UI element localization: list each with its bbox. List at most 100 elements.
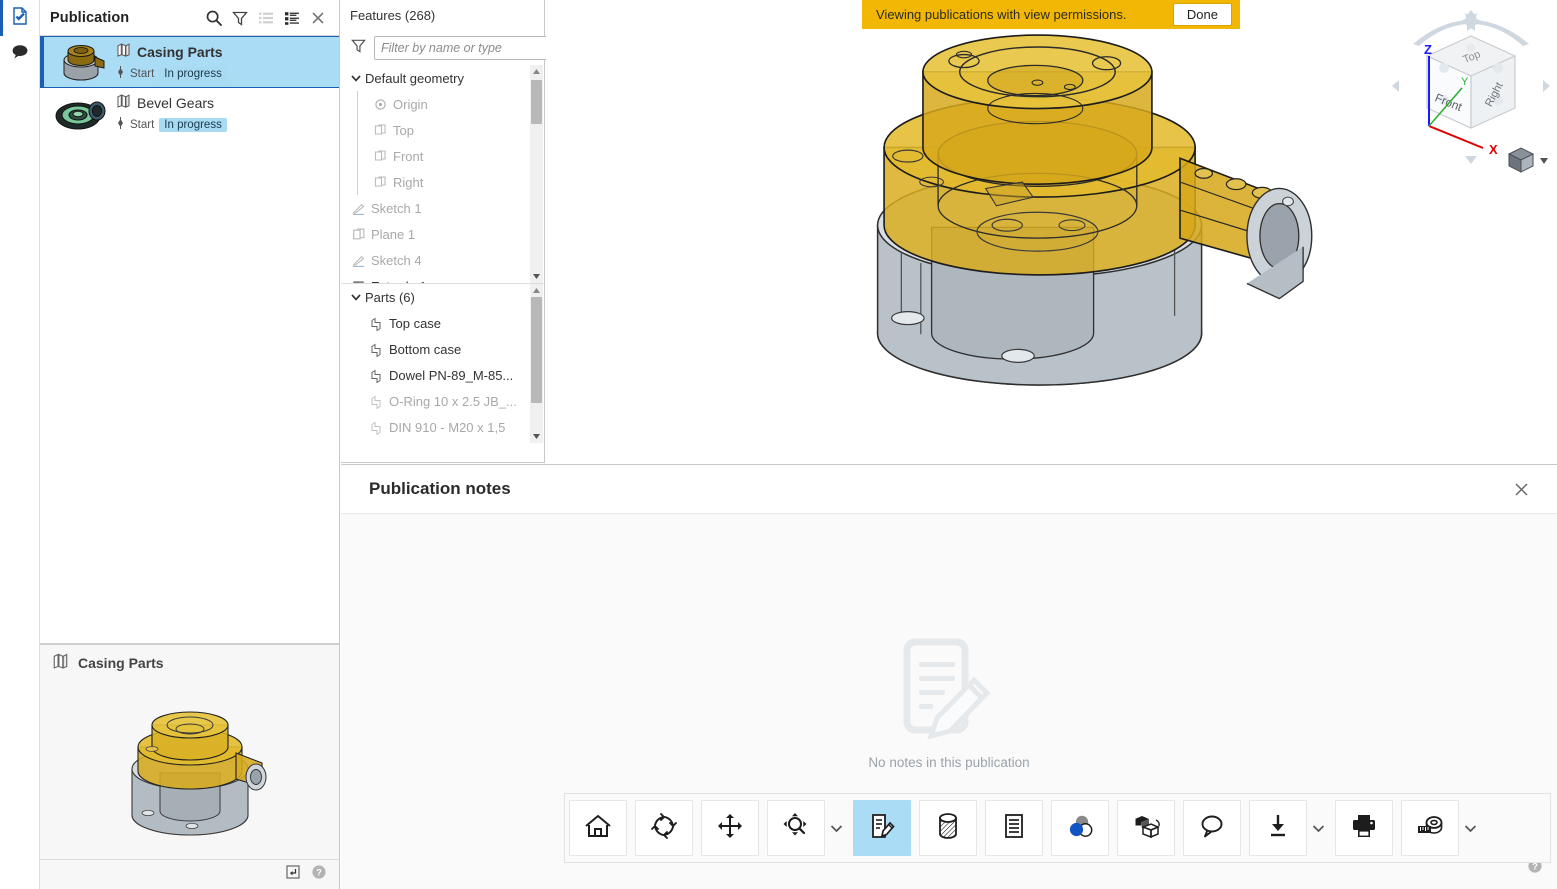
banner-done-button[interactable]: Done — [1172, 3, 1232, 26]
tree-item-dowel[interactable]: Dowel PN-89_M-85... — [341, 362, 544, 388]
tree-item-right-plane[interactable]: Right — [341, 169, 544, 195]
features-panel: Features (268) Default geometry — [341, 0, 551, 463]
tree-group-label: Parts (6) — [365, 289, 415, 305]
publication-preview-card: Casing Parts ? — [40, 644, 339, 889]
tree-item-top-case[interactable]: Top case — [341, 310, 544, 336]
scroll-up-arrow[interactable] — [532, 65, 541, 78]
tape-measure-icon — [1415, 811, 1445, 846]
scrollbar-thumb[interactable] — [531, 297, 542, 403]
close-icon[interactable] — [1509, 477, 1533, 501]
scrollbar-track[interactable] — [530, 78, 543, 270]
part-icon — [367, 342, 385, 357]
explode-button[interactable] — [1117, 800, 1175, 856]
panel-title: Publication — [50, 9, 130, 26]
filter-icon[interactable] — [227, 5, 253, 31]
rotate-arrows-icon — [649, 811, 679, 846]
section-view-button[interactable] — [919, 800, 977, 856]
zoom-dropdown-caret[interactable] — [825, 800, 847, 856]
parts-tree[interactable]: Parts (6) Top case Bottom case Dowel PN-… — [341, 283, 544, 443]
workflow-state: Start — [130, 119, 155, 131]
tree-item-origin[interactable]: Origin — [341, 91, 544, 195]
download-button[interactable] — [1249, 800, 1307, 856]
tree-item-sketch-4[interactable]: Sketch 4 — [341, 247, 544, 273]
origin-icon — [371, 98, 389, 111]
parts-tree-scrollbar[interactable] — [530, 284, 543, 443]
tree-item-top-plane[interactable]: Top — [341, 117, 544, 143]
home-icon — [583, 811, 613, 846]
tree-item-bottom-case[interactable]: Bottom case — [341, 336, 544, 362]
tree-item-label: Dowel PN-89_M-85... — [389, 367, 514, 383]
plane-icon — [371, 123, 389, 137]
open-in-new-tab-icon[interactable] — [285, 864, 301, 885]
appearance-button[interactable] — [1051, 800, 1109, 856]
zoom-button[interactable] — [767, 800, 825, 856]
search-icon[interactable] — [201, 5, 227, 31]
publication-icon — [52, 652, 69, 674]
home-view-button[interactable] — [569, 800, 627, 856]
download-dropdown-caret[interactable] — [1307, 800, 1329, 856]
color-circles-icon — [1065, 811, 1095, 846]
comments-panel-toggle[interactable] — [0, 36, 40, 72]
explode-cube-icon — [1131, 811, 1161, 846]
pan-button[interactable] — [701, 800, 759, 856]
pan-move-icon — [715, 811, 745, 846]
tree-item-label: Top case — [389, 315, 442, 331]
comment-button[interactable] — [1183, 800, 1241, 856]
list-item-title: Casing Parts — [137, 43, 223, 60]
tree-group-default-geometry[interactable]: Default geometry — [341, 65, 544, 91]
tree-item-plane-1[interactable]: Plane 1 — [341, 221, 544, 247]
list-item[interactable]: Bevel Gears Start In progress — [40, 88, 339, 140]
tree-item-din-910[interactable]: DIN 910 - M20 x 1,5 — [341, 414, 544, 440]
close-icon[interactable] — [305, 5, 331, 31]
casing-parts-thumbnail — [50, 39, 112, 85]
svg-text:?: ? — [1532, 861, 1538, 872]
chevron-down-icon — [347, 72, 365, 84]
preview-model-image — [40, 681, 339, 859]
workflow-diamond-icon — [116, 65, 125, 83]
filter-icon[interactable] — [350, 37, 367, 59]
scrollbar-thumb[interactable] — [531, 80, 542, 124]
chevron-down-icon — [1540, 158, 1548, 164]
rotate-button[interactable] — [635, 800, 693, 856]
notes-panel-title: Publication notes — [369, 479, 511, 498]
plane-icon — [349, 227, 367, 242]
publication-panel-toggle[interactable] — [0, 0, 40, 36]
help-icon[interactable]: ? — [311, 864, 327, 885]
publication-list-empty-space — [40, 140, 339, 644]
plane-icon — [371, 175, 389, 189]
sketch-icon — [349, 201, 367, 216]
axis-label-z: Z — [1424, 42, 1432, 57]
measure-button[interactable] — [1401, 800, 1459, 856]
features-filter-input[interactable] — [374, 36, 551, 60]
view-cube-widget[interactable]: Top Front Right Z X Y — [1391, 8, 1551, 173]
scroll-down-arrow[interactable] — [532, 270, 541, 283]
features-tree-scrollbar[interactable] — [530, 65, 543, 283]
list-item-title: Bevel Gears — [137, 95, 215, 111]
notes-button[interactable] — [853, 800, 911, 856]
scroll-down-arrow[interactable] — [532, 430, 541, 443]
bill-of-materials-button[interactable] — [985, 800, 1043, 856]
permissions-banner: Viewing publications with view permissio… — [862, 0, 1240, 29]
note-pencil-icon — [867, 811, 897, 846]
tree-item-front-plane[interactable]: Front — [341, 143, 544, 169]
detail-view-icon[interactable] — [279, 5, 305, 31]
scroll-up-arrow[interactable] — [532, 284, 541, 297]
part-icon — [367, 394, 385, 409]
banner-message: Viewing publications with view permissio… — [876, 7, 1127, 22]
viewport-toolbar — [564, 793, 1551, 863]
tree-item-o-ring[interactable]: O-Ring 10 x 2.5 JB_... — [341, 388, 544, 414]
tree-item-extrude-1[interactable]: Extrude 1 — [341, 273, 544, 283]
list-view-icon[interactable] — [253, 5, 279, 31]
tree-item-label: O-Ring 10 x 2.5 JB_... — [389, 393, 517, 409]
features-tree[interactable]: Default geometry Origin Top Front Right … — [341, 65, 544, 283]
tree-group-parts[interactable]: Parts (6) — [341, 284, 544, 310]
scrollbar-track[interactable] — [530, 297, 543, 430]
download-icon — [1263, 811, 1293, 846]
print-button[interactable] — [1335, 800, 1393, 856]
list-item[interactable]: Casing Parts Start In progress — [40, 36, 339, 88]
tree-item-sketch-1[interactable]: Sketch 1 — [341, 195, 544, 221]
publication-panel-header: Publication — [40, 0, 339, 36]
notes-empty-message: No notes in this publication — [868, 754, 1030, 770]
part-icon — [367, 420, 385, 435]
measure-dropdown-caret[interactable] — [1459, 800, 1481, 856]
